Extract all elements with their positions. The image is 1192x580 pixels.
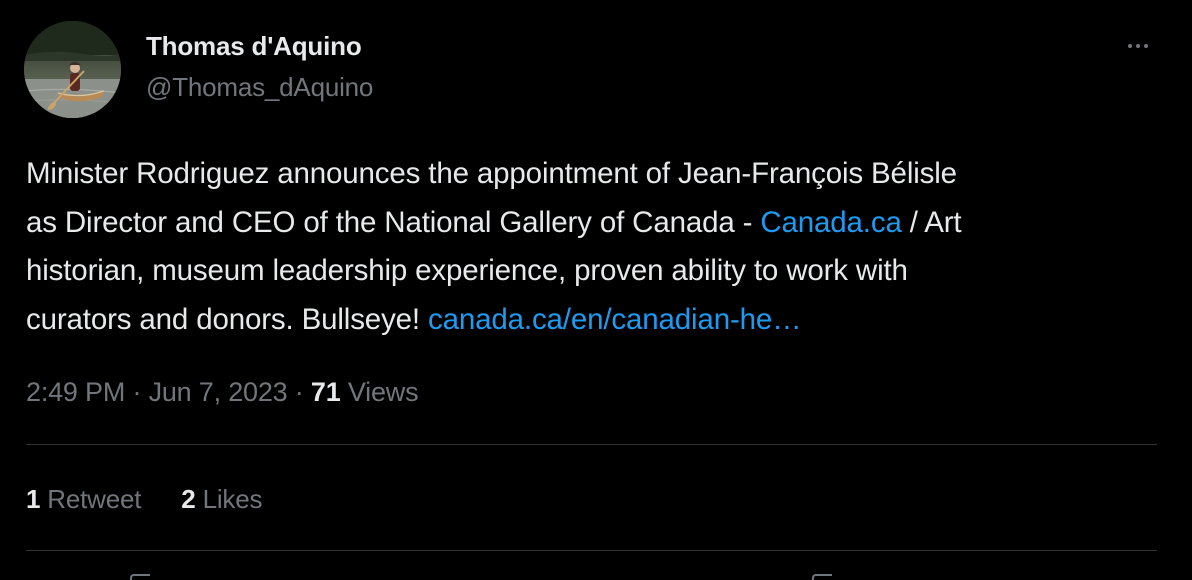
tweet-text-line: curators and donors. Bullseye! canada.ca…: [26, 296, 1166, 345]
author-display-name[interactable]: Thomas d'Aquino: [146, 28, 373, 64]
like-label: Likes: [195, 484, 263, 514]
retweets-stat[interactable]: 1 Retweet: [26, 481, 141, 517]
more-horizontal-icon: [1126, 44, 1150, 48]
retweet-count: 1: [26, 484, 41, 514]
tweet-text-segment: as Director and CEO of the National Gall…: [26, 205, 761, 239]
tweet-date[interactable]: Jun 7, 2023: [149, 377, 288, 407]
tweet-text-line: Minister Rodriguez announces the appoint…: [26, 150, 1166, 199]
author-block: Thomas d'Aquino @Thomas_dAquino: [146, 28, 373, 105]
tweet-metadata: 2:49 PM · Jun 7, 2023 · 71 Views: [26, 374, 419, 410]
divider: [26, 550, 1157, 551]
engagement-stats: 1 Retweet 2 Likes: [26, 481, 262, 517]
more-options-button[interactable]: [1118, 28, 1158, 64]
divider: [26, 444, 1157, 445]
tweet-text-line: historian, museum leadership experience,…: [26, 247, 1166, 296]
tweet-text: Minister Rodriguez announces the appoint…: [26, 150, 1166, 344]
tweet-text-segment: / Art: [901, 205, 962, 239]
like-count: 2: [181, 484, 196, 514]
avatar[interactable]: [24, 21, 121, 118]
views-label: Views: [340, 377, 419, 407]
author-handle[interactable]: @Thomas_dAquino: [146, 69, 373, 105]
tweet: Thomas d'Aquino @Thomas_dAquino Minister…: [0, 0, 1192, 580]
meta-separator: ·: [125, 377, 149, 407]
tweet-text-line: as Director and CEO of the National Gall…: [26, 199, 1166, 248]
share-icon[interactable]: [812, 574, 832, 580]
tweet-time[interactable]: 2:49 PM: [26, 377, 125, 407]
tweet-text-segment: Minister Rodriguez announces the appoint…: [26, 157, 957, 190]
tweet-text-segment: curators and donors. Bullseye!: [26, 302, 429, 336]
retweet-label: Retweet: [40, 484, 142, 514]
tweet-link[interactable]: canada.ca/en/canadian-he…: [428, 303, 802, 336]
tweet-text-segment: historian, museum leadership experience,…: [26, 254, 908, 287]
likes-stat[interactable]: 2 Likes: [181, 481, 262, 517]
meta-separator: ·: [287, 377, 311, 407]
reply-icon[interactable]: [130, 574, 150, 580]
tweet-link[interactable]: Canada.ca: [760, 206, 901, 239]
views-count: 71: [310, 377, 341, 407]
person-in-canoe-avatar: [24, 21, 121, 118]
